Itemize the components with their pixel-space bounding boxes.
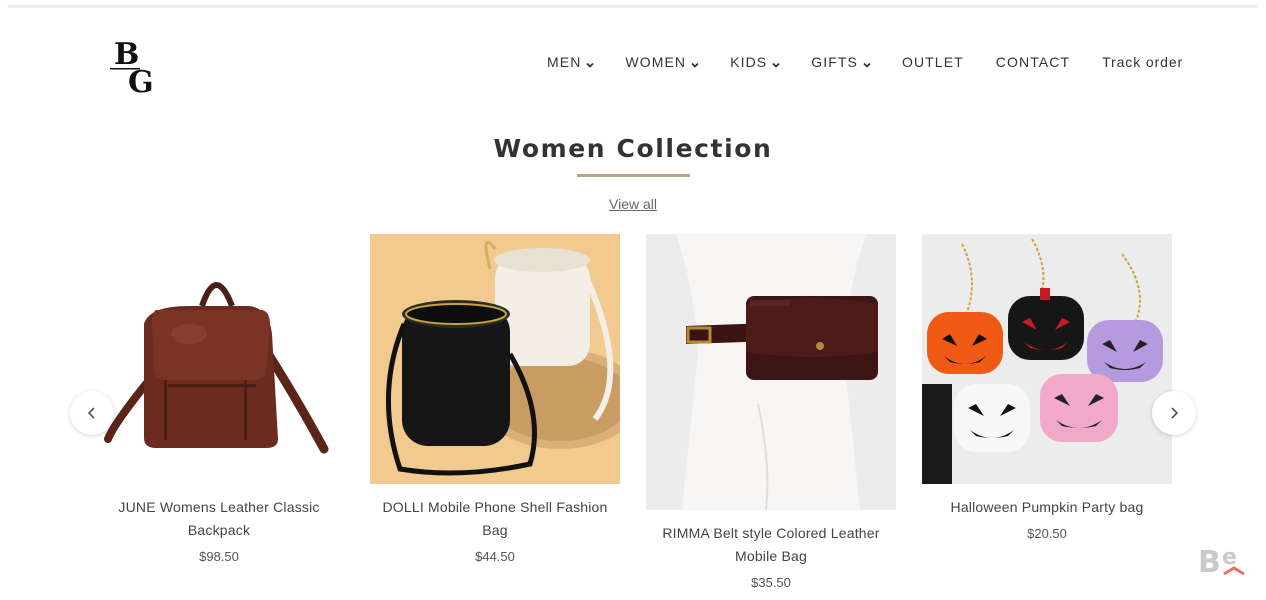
nav-item-label: Track order: [1102, 54, 1184, 70]
pumpkin-bags-image[interactable]: [922, 234, 1172, 484]
chevron-down-icon: [771, 57, 781, 68]
product-card[interactable]: Halloween Pumpkin Party bag $20.50: [922, 234, 1172, 541]
bg-monogram-icon: B G: [110, 37, 154, 100]
carousel-next-button[interactable]: [1152, 391, 1196, 435]
chevron-down-icon: [862, 57, 872, 68]
top-border: [8, 5, 1258, 8]
chevron-down-icon: [585, 57, 595, 68]
chevron-down-icon: [690, 57, 700, 68]
belt-bag-image[interactable]: [646, 234, 896, 510]
product-name[interactable]: JUNE Womens Leather Classic Backpack: [94, 496, 344, 542]
product-name[interactable]: Halloween Pumpkin Party bag: [922, 496, 1172, 519]
chevron-right-icon: [1171, 407, 1179, 419]
nav-item-label: KIDS: [730, 54, 768, 70]
nav-item-contact[interactable]: CONTACT: [996, 54, 1070, 70]
svg-text:e: e: [1222, 545, 1237, 570]
nav-item-label: CONTACT: [995, 54, 1071, 70]
main-nav: MEN WOMEN KIDS GIFTS OUTLET CONTACT Trac…: [547, 54, 1183, 70]
nav-item-label: OUTLET: [901, 54, 964, 70]
product-card[interactable]: DOLLI Mobile Phone Shell Fashion Bag $44…: [370, 234, 620, 564]
nav-item-track-order[interactable]: Track order: [1102, 54, 1183, 70]
bucket-bag-image[interactable]: [370, 234, 620, 484]
nav-item-label: MEN: [547, 54, 582, 70]
product-price: $44.50: [475, 549, 515, 564]
brand-logo[interactable]: B G: [108, 34, 166, 100]
chevron-left-icon: [87, 407, 95, 419]
nav-item-label: WOMEN: [625, 54, 687, 70]
product-name[interactable]: DOLLI Mobile Phone Shell Fashion Bag: [370, 496, 620, 542]
view-all-link[interactable]: View all: [609, 196, 657, 212]
svg-text:B: B: [1198, 545, 1221, 580]
product-card[interactable]: JUNE Womens Leather Classic Backpack $98…: [94, 234, 344, 564]
section-title: Women Collection: [493, 134, 773, 163]
product-name[interactable]: RIMMA Belt style Colored Leather Mobile …: [646, 522, 896, 568]
title-underline: [577, 174, 690, 177]
svg-text:G: G: [128, 65, 154, 98]
product-price: $98.50: [199, 549, 239, 564]
nav-item-men[interactable]: MEN: [547, 54, 595, 70]
nav-item-kids[interactable]: KIDS: [730, 54, 781, 70]
nav-item-women[interactable]: WOMEN: [625, 54, 700, 70]
nav-item-gifts[interactable]: GIFTS: [811, 54, 872, 70]
carousel-prev-button[interactable]: [70, 391, 114, 435]
product-card[interactable]: RIMMA Belt style Colored Leather Mobile …: [646, 234, 896, 590]
nav-item-outlet[interactable]: OUTLET: [902, 54, 964, 70]
leather-backpack-image[interactable]: [94, 234, 344, 484]
behance-logo-icon: B e: [1198, 540, 1252, 580]
product-price: $35.50: [751, 575, 791, 590]
product-price: $20.50: [1027, 526, 1067, 541]
nav-item-label: GIFTS: [811, 54, 858, 70]
